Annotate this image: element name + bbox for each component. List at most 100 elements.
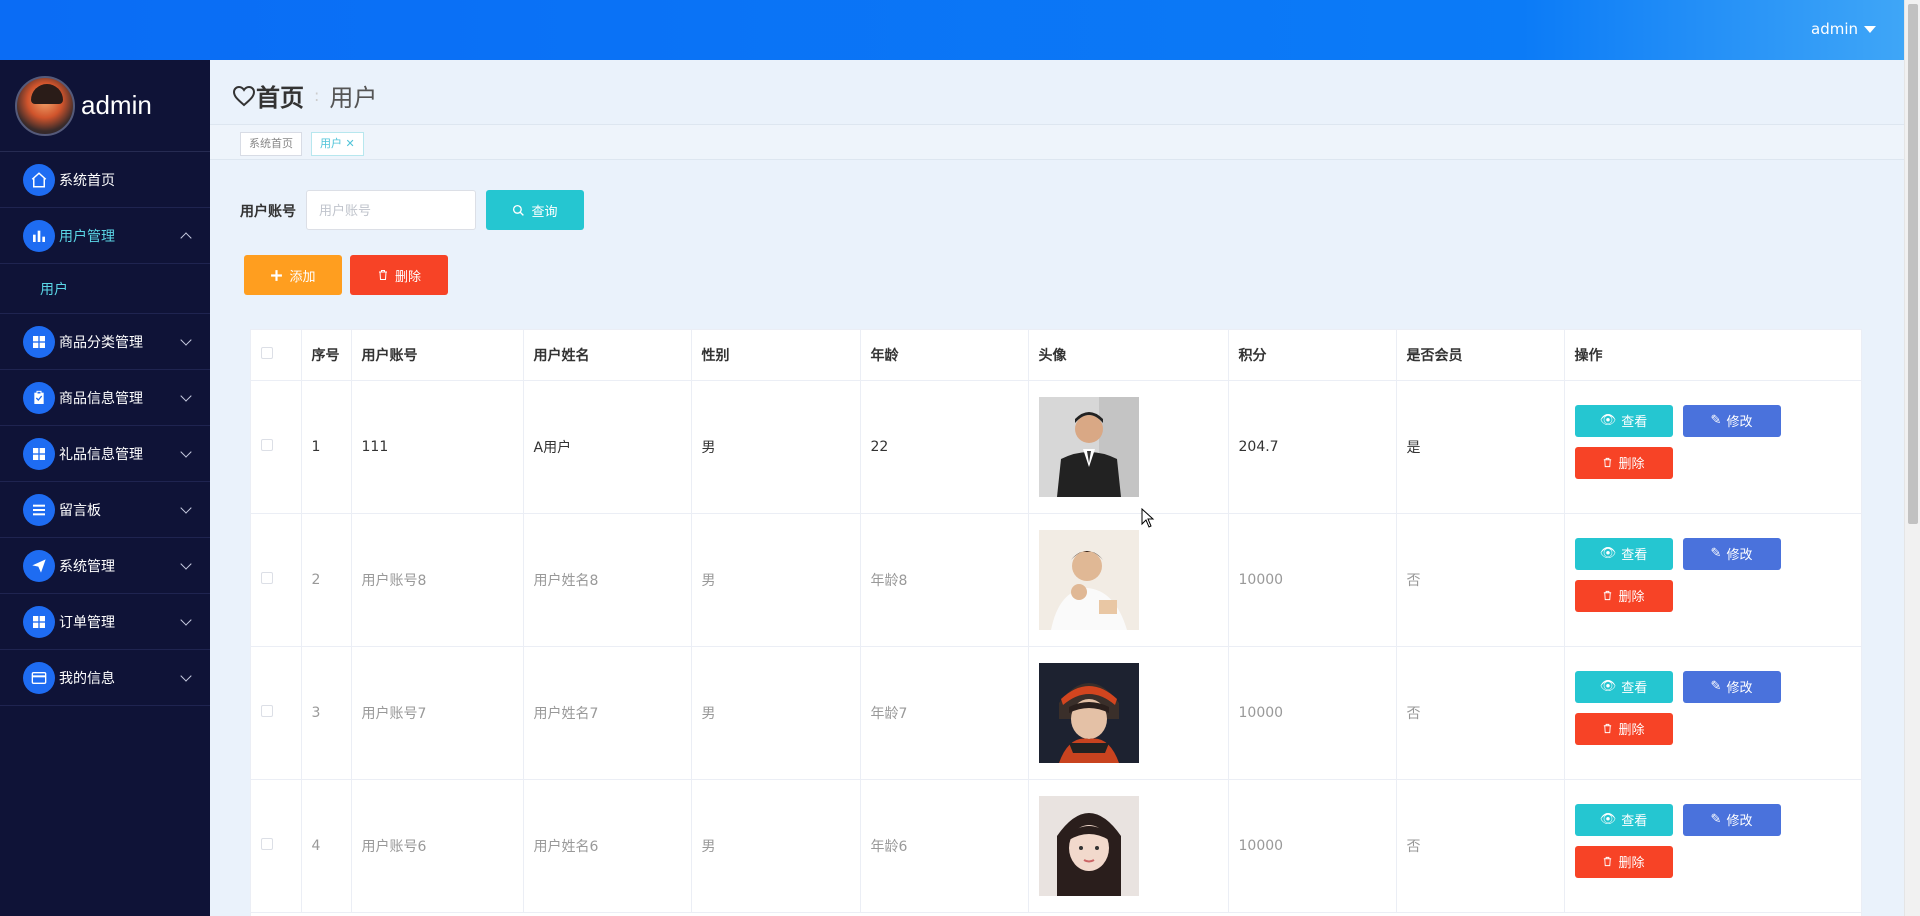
cell-avatar [1028, 779, 1229, 913]
add-button[interactable]: 添加 [244, 255, 342, 295]
mouse-cursor-icon [1141, 508, 1155, 528]
trash-icon [1604, 590, 1612, 601]
sidebar-item-product-management[interactable]: 商品信息管理 [0, 370, 210, 426]
trash-icon [1604, 457, 1612, 468]
user-photo [1038, 662, 1139, 763]
user-menu-label: admin [1811, 20, 1858, 38]
cell-gender: 男 [691, 380, 861, 514]
edit-button[interactable]: ✎ 修改 [1682, 670, 1781, 703]
row-checkbox[interactable] [261, 704, 273, 717]
cell-no: 4 [301, 779, 352, 913]
delete-button-label: 删除 [1618, 723, 1645, 738]
cell-age: 22 [860, 380, 1029, 514]
breadcrumb-home[interactable]: 首页 [256, 78, 304, 113]
cell-name: 用户姓名6 [523, 779, 692, 913]
sidebar-profile: admin [0, 60, 210, 152]
sidebar-item-system-management[interactable]: 系统管理 [0, 538, 210, 594]
chevron-down-icon [180, 334, 192, 346]
home-icon [23, 163, 55, 196]
avatar [15, 75, 75, 136]
user-menu[interactable]: admin [1811, 20, 1876, 38]
edit-icon: ✎ [1710, 546, 1722, 561]
sidebar-subitem-user[interactable]: 用户 [0, 264, 210, 314]
top-bar: admin [0, 0, 1904, 60]
chevron-down-icon [180, 390, 192, 402]
edit-button-label: 修改 [1726, 415, 1753, 430]
cell-actions: 👁 查看 ✎ 修改 删除 [1564, 779, 1861, 913]
card-icon [23, 661, 55, 694]
view-button[interactable]: 👁 查看 [1574, 803, 1673, 836]
edit-button-label: 修改 [1726, 548, 1753, 563]
sidebar-item-gift-management[interactable]: 礼品信息管理 [0, 426, 210, 482]
row-checkbox[interactable] [261, 837, 273, 850]
edit-button[interactable]: ✎ 修改 [1682, 803, 1781, 836]
trash-icon [378, 270, 387, 280]
sidebar-item-my-info[interactable]: 我的信息 [0, 650, 210, 706]
sidebar-item-home[interactable]: 系统首页 [0, 152, 210, 208]
breadcrumb-separator: : [314, 86, 320, 105]
scrollbar-thumb[interactable] [1908, 4, 1918, 524]
delete-button[interactable]: 删除 [1574, 712, 1673, 745]
column-header: 积分 [1228, 330, 1397, 381]
edit-button[interactable]: ✎ 修改 [1682, 404, 1781, 437]
view-button[interactable]: 👁 查看 [1574, 537, 1673, 570]
table-row: 4 用户账号6 用户姓名6 男 年龄6 10000 否 👁 查看 ✎ 修改 删除 [251, 779, 1861, 913]
user-photo [1038, 396, 1139, 497]
sidebar-item-category-management[interactable]: 商品分类管理 [0, 314, 210, 370]
delete-button[interactable]: 删除 [1574, 446, 1673, 479]
chevron-down-icon [180, 502, 192, 514]
row-actions: 👁 查看 ✎ 修改 删除 [1565, 647, 1862, 779]
sidebar-item-order-management[interactable]: 订单管理 [0, 594, 210, 650]
user-photo [1038, 795, 1139, 896]
edit-button-label: 修改 [1726, 814, 1753, 829]
tab-home[interactable]: 系统首页 [240, 132, 302, 156]
batch-delete-button[interactable]: 删除 [350, 255, 448, 295]
delete-button[interactable]: 删除 [1574, 845, 1673, 878]
search-button-label: 查询 [531, 203, 558, 219]
user-table: 序号 用户账号 用户姓名 性别 年龄 头像 积分 是否会员 操作 1 111 A… [250, 329, 1862, 916]
close-icon[interactable]: ✕ [346, 137, 355, 150]
table-row: 2 用户账号8 用户姓名8 男 年龄8 10000 否 👁 查看 ✎ 修改 删除 [251, 513, 1861, 647]
sidebar-item-label: 用户管理 [59, 228, 115, 245]
sidebar-item-user-management[interactable]: 用户管理 [0, 208, 210, 264]
column-header: 用户账号 [351, 330, 524, 381]
edit-button[interactable]: ✎ 修改 [1682, 537, 1781, 570]
column-header: 头像 [1028, 330, 1229, 381]
cell-actions: 👁 查看 ✎ 修改 删除 [1564, 513, 1861, 647]
add-button-label: 添加 [289, 268, 316, 284]
cell-points: 204.7 [1228, 380, 1397, 514]
tabs-bar: 系统首页 用户 ✕ [210, 124, 1904, 160]
cell-age: 年龄8 [860, 513, 1029, 647]
select-all-checkbox[interactable] [261, 346, 273, 359]
delete-button-label: 删除 [1618, 856, 1645, 871]
view-button-label: 查看 [1621, 814, 1648, 829]
view-button-label: 查看 [1621, 415, 1648, 430]
eye-icon: 👁 [1599, 812, 1617, 827]
cell-no: 3 [301, 646, 352, 780]
row-checkbox[interactable] [261, 571, 273, 584]
tab-label: 用户 [320, 137, 342, 150]
cell-gender: 男 [691, 646, 861, 780]
search-input[interactable] [306, 190, 476, 230]
eye-icon: 👁 [1599, 413, 1617, 428]
view-button[interactable]: 👁 查看 [1574, 670, 1673, 703]
batch-delete-button-label: 删除 [394, 268, 421, 284]
delete-button[interactable]: 删除 [1574, 579, 1673, 612]
tab-user[interactable]: 用户 ✕ [311, 132, 364, 156]
cell-name: A用户 [523, 380, 692, 514]
heart-icon [232, 85, 256, 106]
view-button-label: 查看 [1621, 681, 1648, 696]
send-icon [23, 549, 55, 582]
search-button[interactable]: 查询 [486, 190, 584, 230]
view-button[interactable]: 👁 查看 [1574, 404, 1673, 437]
sidebar-item-message-board[interactable]: 留言板 [0, 482, 210, 538]
cell-member: 否 [1396, 646, 1565, 780]
search-icon [513, 204, 525, 216]
row-checkbox[interactable] [261, 438, 273, 451]
eye-icon: 👁 [1599, 679, 1617, 694]
sidebar-item-label: 礼品信息管理 [59, 446, 143, 463]
trash-icon [1604, 723, 1612, 734]
page-scrollbar[interactable] [1904, 0, 1920, 916]
table-header-row: 序号 用户账号 用户姓名 性别 年龄 头像 积分 是否会员 操作 [251, 330, 1861, 381]
cell-no: 1 [301, 380, 352, 514]
